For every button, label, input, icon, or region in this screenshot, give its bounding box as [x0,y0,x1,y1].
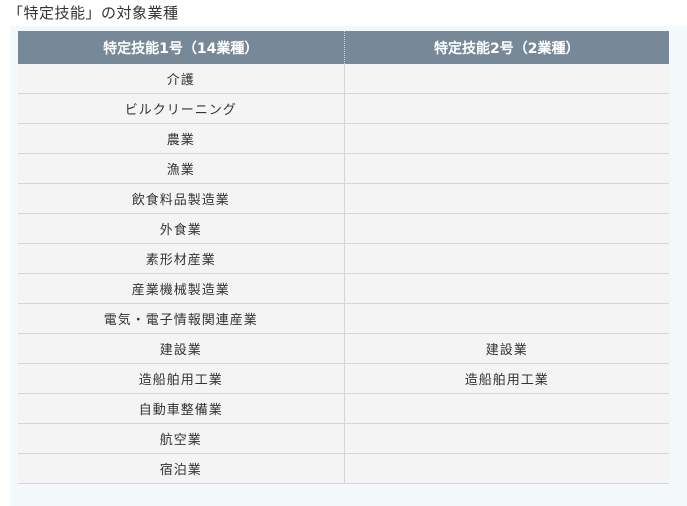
table-row: 農業 [18,123,669,154]
cell-type1: 自動車整備業 [18,393,345,424]
cell-type1: ビルクリーニング [18,93,345,124]
cell-type1: 飲食料品製造業 [18,183,345,214]
cell-type2 [344,273,669,304]
page: 「特定技能」の対象業種 特定技能1号（14業種） 特定技能2号（2業種） 介護 … [0,0,687,506]
table-row: 電気・電子情報関連産業 [18,303,669,334]
table-row: 宿泊業 [18,453,669,484]
table-row: ビルクリーニング [18,93,669,124]
table-row: 介護 [18,64,669,94]
table-row: 造船舶用工業 造船舶用工業 [18,363,669,394]
table-row: 外食業 [18,213,669,244]
cell-type2: 造船舶用工業 [344,363,669,394]
table-row: 建設業 建設業 [18,333,669,364]
cell-type1: 産業機械製造業 [18,273,345,304]
cell-type2 [344,213,669,244]
cell-type2 [344,303,669,334]
cell-type1: 素形材産業 [18,243,345,274]
cell-type1: 介護 [18,64,345,94]
header-type2: 特定技能2号（2業種） [344,31,669,64]
cell-type2 [344,93,669,124]
cell-type2 [344,64,669,94]
header-type1: 特定技能1号（14業種） [18,31,345,64]
cell-type2 [344,243,669,274]
cell-type2 [344,423,669,454]
cell-type2 [344,183,669,214]
cell-type1: 造船舶用工業 [18,363,345,394]
table-row: 自動車整備業 [18,393,669,424]
cell-type2: 建設業 [344,333,669,364]
cell-type1: 農業 [18,123,345,154]
table-row: 航空業 [18,423,669,454]
header-row: 特定技能1号（14業種） 特定技能2号（2業種） [18,31,669,64]
table-row: 産業機械製造業 [18,273,669,304]
cell-type2 [344,153,669,184]
cell-type2 [344,453,669,484]
cell-type2 [344,393,669,424]
table-row: 漁業 [18,153,669,184]
cell-type1: 外食業 [18,213,345,244]
cell-type2 [344,123,669,154]
cell-type1: 航空業 [18,423,345,454]
cell-type1: 宿泊業 [18,453,345,484]
cell-type1: 建設業 [18,333,345,364]
table-row: 飲食料品製造業 [18,183,669,214]
table-row: 素形材産業 [18,243,669,274]
specified-skills-table: 特定技能1号（14業種） 特定技能2号（2業種） 介護 ビルクリーニング 農業 … [18,31,669,484]
cell-type1: 電気・電子情報関連産業 [18,303,345,334]
table-caption: 「特定技能」の対象業種 [8,4,179,22]
cell-type1: 漁業 [18,153,345,184]
